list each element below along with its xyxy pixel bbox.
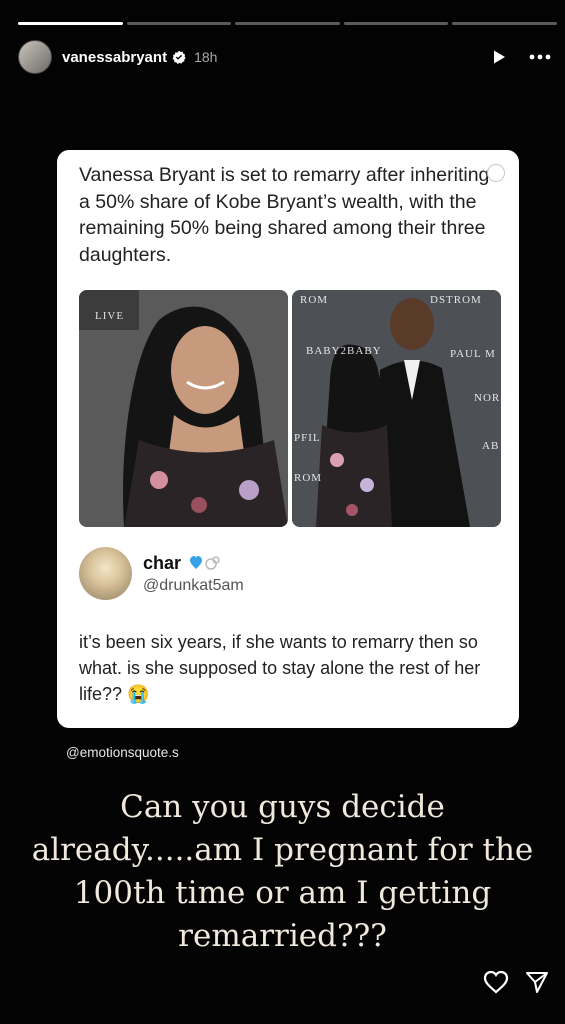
verified-badge-icon <box>172 50 186 64</box>
reply-display-name: char <box>143 553 223 574</box>
play-icon[interactable] <box>491 49 507 65</box>
heart-and-ring-icon <box>190 556 220 570</box>
story-viewer[interactable]: vanessabryant 18h Vanessa Bryant is set … <box>0 0 565 1024</box>
send-icon[interactable] <box>525 970 549 994</box>
photo-watermark: AB <box>482 440 500 452</box>
username[interactable]: vanessabryant <box>62 49 167 66</box>
photo-watermark: BABY2BABY <box>306 345 382 357</box>
post-photo-left: LIVE <box>79 290 288 527</box>
photo-watermark: PFIL <box>294 432 321 444</box>
progress-segment <box>18 22 123 25</box>
photo-watermark: NOR <box>474 392 501 404</box>
post-text: Vanessa Bryant is set to remarry after i… <box>79 164 490 266</box>
card-corner-icon <box>487 164 505 182</box>
reply-handle: @drunkat5am <box>143 577 244 594</box>
progress-segment <box>126 22 232 25</box>
post-time: 18h <box>194 49 218 65</box>
progress-segment <box>452 22 557 25</box>
photo-watermark: LIVE <box>95 310 125 322</box>
story-header: vanessabryant 18h <box>18 40 551 74</box>
post-photo-right: ROM DSTROM BABY2BABY PAUL M PFIL ROM AB … <box>292 290 501 527</box>
reply-text: it’s been six years, if she wants to rem… <box>79 632 481 704</box>
more-icon[interactable] <box>529 54 551 60</box>
user-avatar[interactable] <box>18 40 52 74</box>
progress-segment <box>235 22 340 25</box>
story-caption: Can you guys decide already.....am I pre… <box>31 789 534 954</box>
photo-watermark: ROM <box>294 472 323 484</box>
source-credit: @emotionsquote.s <box>66 745 179 760</box>
story-progress-bar <box>18 22 557 25</box>
progress-segment <box>343 22 449 25</box>
story-actions <box>483 970 549 994</box>
reply-avatar <box>79 547 132 600</box>
photo-watermark: ROM <box>300 294 329 306</box>
heart-icon[interactable] <box>483 970 509 994</box>
photo-watermark: DSTROM <box>430 294 482 306</box>
quoted-post-card: Vanessa Bryant is set to remarry after i… <box>57 150 519 728</box>
photo-watermark: PAUL M <box>450 348 496 360</box>
